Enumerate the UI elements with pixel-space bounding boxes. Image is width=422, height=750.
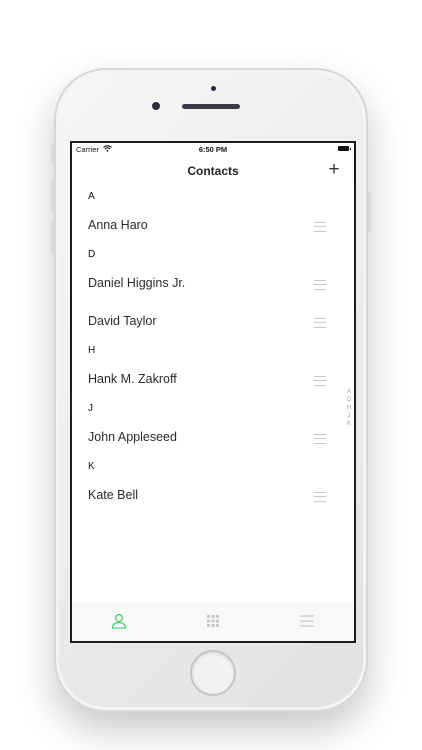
section-header: H: [88, 345, 96, 356]
status-time: 6:50 PM: [198, 145, 228, 154]
reorder-handle-icon[interactable]: [314, 318, 326, 328]
section-header: J: [88, 403, 93, 414]
contact-name: John Appleseed: [88, 430, 177, 444]
add-contact-button[interactable]: +: [324, 160, 344, 180]
contact-row[interactable]: Kate Bell: [72, 477, 354, 515]
section-header: D: [88, 249, 96, 260]
tab-bar: [72, 603, 354, 641]
tab-menu[interactable]: [260, 603, 354, 641]
contact-name: Kate Bell: [88, 488, 139, 502]
power-button: [368, 192, 371, 232]
phone-frame: Carrier 6:50 PM Contacts + A Anna Haro D Da…: [51, 68, 371, 712]
contact-name: Daniel Higgins Jr.: [88, 276, 186, 290]
volume-up-button: [51, 180, 54, 212]
contact-name: Hank M. Zakroff: [88, 372, 177, 386]
section-header: K: [88, 461, 95, 472]
reorder-handle-icon[interactable]: [314, 434, 326, 444]
silent-switch: [51, 144, 54, 162]
earpiece-speaker: [182, 104, 240, 109]
index-letter[interactable]: A: [345, 388, 353, 396]
tab-contacts[interactable]: [72, 603, 166, 641]
index-letter[interactable]: J: [345, 412, 353, 420]
person-icon: [111, 614, 127, 629]
tab-keypad[interactable]: [166, 603, 260, 641]
contact-row[interactable]: Anna Haro: [72, 207, 354, 245]
status-bar: Carrier 6:50 PM: [72, 143, 354, 155]
keypad-icon: [207, 615, 219, 627]
contact-list: A Anna Haro D Daniel Higgins Jr. David Taylo…: [72, 187, 354, 515]
navigation-bar: Contacts +: [72, 157, 354, 185]
page-title: Contacts: [187, 164, 239, 178]
volume-down-button: [51, 222, 54, 254]
front-camera: [152, 102, 160, 110]
menu-icon: [300, 615, 314, 627]
reorder-handle-icon[interactable]: [314, 222, 326, 232]
contact-row[interactable]: Hank M. Zakroff: [72, 361, 354, 399]
index-letter[interactable]: H: [345, 404, 353, 412]
proximity-sensor: [211, 86, 216, 91]
contact-name: David Taylor: [88, 314, 157, 328]
reorder-handle-icon[interactable]: [314, 280, 326, 290]
section-header: A: [88, 191, 95, 202]
home-button[interactable]: [190, 650, 236, 696]
reorder-handle-icon[interactable]: [314, 492, 326, 502]
contact-row[interactable]: John Appleseed: [72, 419, 354, 457]
screen: Carrier 6:50 PM Contacts + A Anna Haro D Da…: [70, 141, 356, 643]
index-letter[interactable]: K: [345, 420, 353, 428]
contact-name: Anna Haro: [88, 218, 148, 232]
reorder-handle-icon[interactable]: [314, 376, 326, 386]
contact-row[interactable]: David Taylor: [72, 303, 354, 341]
battery-icon: [338, 146, 351, 151]
contact-row[interactable]: Daniel Higgins Jr.: [72, 265, 354, 303]
section-index[interactable]: ADHJK: [345, 388, 353, 428]
index-letter[interactable]: D: [345, 396, 353, 404]
